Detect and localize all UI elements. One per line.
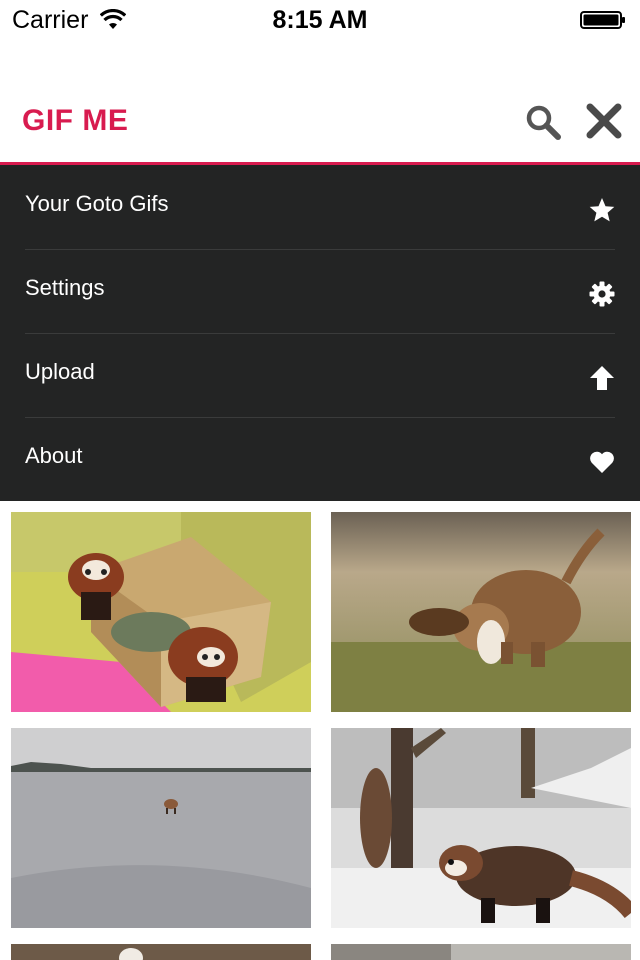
gif-thumbnail[interactable]: [331, 512, 631, 712]
gif-thumbnail[interactable]: [11, 512, 311, 712]
status-bar: Carrier 8:15 AM: [0, 0, 640, 40]
menu-item-label: About: [25, 443, 83, 468]
menu-item-about[interactable]: About: [25, 417, 615, 502]
menu-item-goto-gifs[interactable]: Your Goto Gifs: [25, 165, 615, 250]
app-logo: GIF ME: [22, 104, 129, 137]
gif-thumbnail[interactable]: [11, 944, 311, 960]
heart-icon: [590, 451, 614, 473]
menu-item-label: Upload: [25, 359, 95, 384]
battery-icon: [580, 11, 625, 29]
gif-thumbnail[interactable]: [11, 728, 311, 928]
red-pandas-box-image: [11, 512, 311, 712]
gif-image: [11, 944, 311, 960]
menu-item-upload[interactable]: Upload: [25, 333, 615, 418]
star-icon: [589, 198, 615, 222]
menu-item-label: Settings: [25, 275, 105, 300]
close-menu-button[interactable]: [584, 101, 624, 141]
red-pandas-snow-image: [331, 728, 631, 928]
gif-thumbnail[interactable]: [331, 944, 631, 960]
gif-image: [331, 944, 631, 960]
menu-item-settings[interactable]: Settings: [25, 249, 615, 334]
fox-frozen-lake-image: [11, 728, 311, 928]
upload-arrow-icon: [590, 366, 614, 390]
menu-item-label: Your Goto Gifs: [25, 191, 169, 216]
close-icon: [586, 103, 622, 139]
clock: 8:15 AM: [272, 6, 368, 34]
side-menu: Your Goto Gifs Settings Upload About: [0, 165, 640, 502]
gif-thumbnail[interactable]: [331, 728, 631, 928]
search-icon: [526, 105, 561, 140]
basset-hound-image: [331, 512, 631, 712]
gear-icon: [589, 281, 615, 307]
gif-grid: [0, 501, 640, 960]
search-button[interactable]: [524, 103, 564, 143]
